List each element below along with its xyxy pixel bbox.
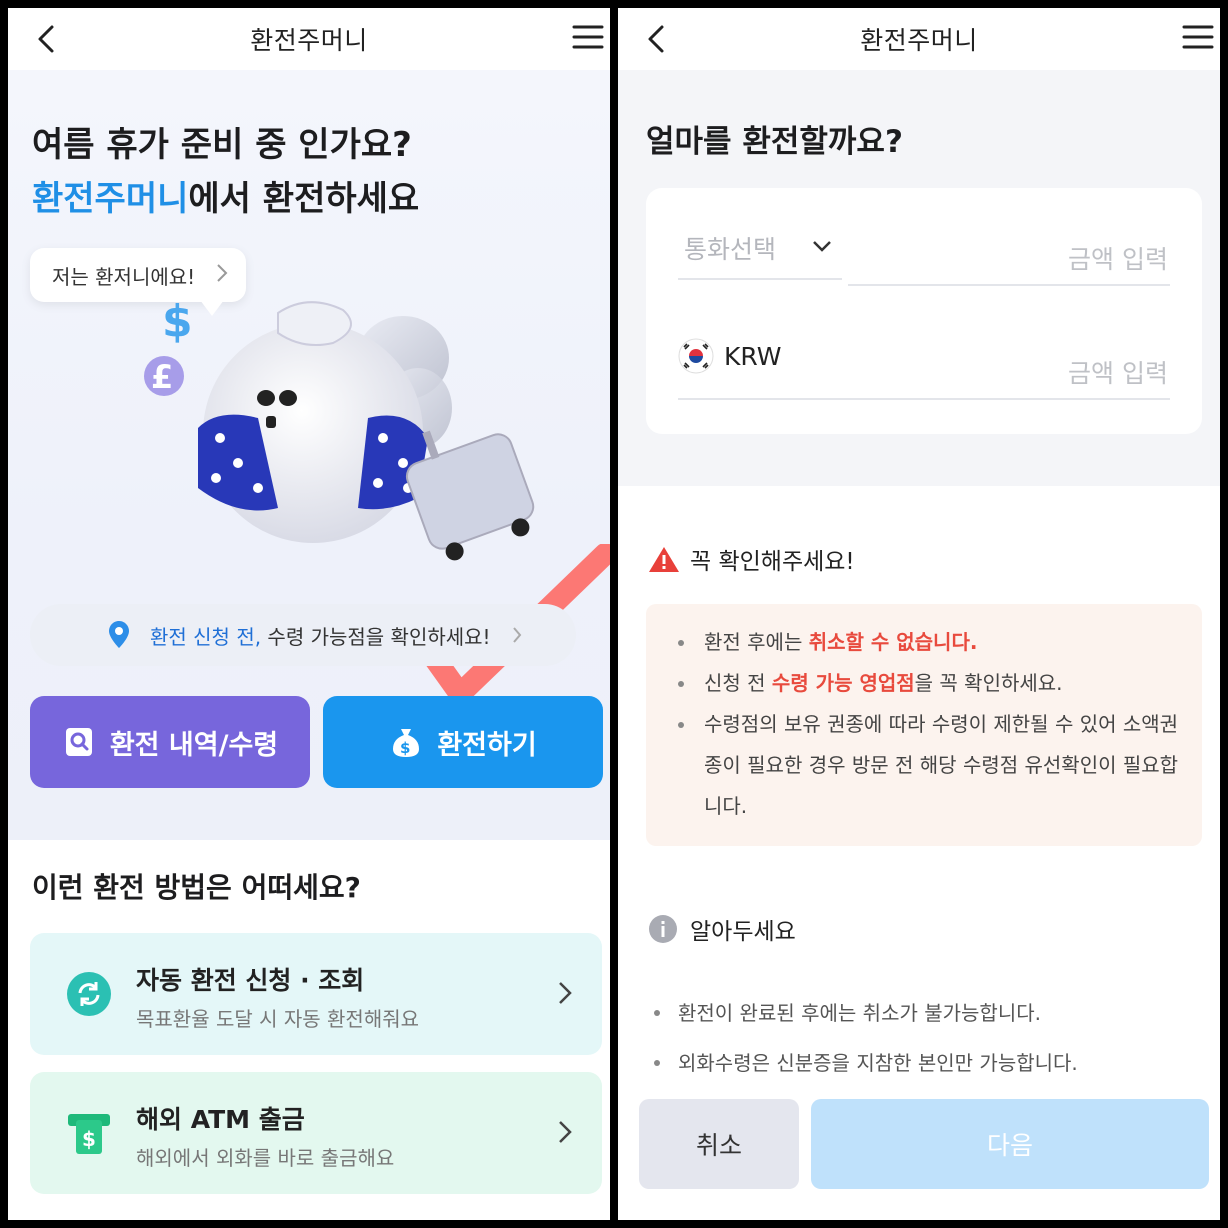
info-item: 외화수령은 신분증을 지참한 본인만 가능합니다. bbox=[646, 1038, 1206, 1088]
svg-text:$: $ bbox=[400, 739, 410, 757]
info-item: 환전이 완료된 후에는 취소가 불가능합니다. bbox=[646, 988, 1206, 1038]
auto-exchange-card[interactable]: 자동 환전 신청 · 조회 목표환율 도달 시 자동 환전해줘요 bbox=[30, 933, 602, 1055]
card-title: 해외 ATM 출금 bbox=[136, 1105, 305, 1134]
amount-form-card: 통화선택 금액 입력 KRW 금액 입력 bbox=[646, 188, 1202, 434]
warning-emphasis: 수령 가능 영업점 bbox=[771, 671, 915, 695]
header-title: 환전주머니 bbox=[860, 26, 978, 55]
headline-line2: 환전주머니에서 환전하세요 bbox=[32, 172, 419, 226]
receipt-search-icon bbox=[65, 728, 92, 756]
exchange-home-screen: 환전주머니 여름 휴가 준비 중 인가요? 환전주머니에서 환전하세요 저는 환… bbox=[8, 8, 610, 1220]
amount-headline: 얼마를 환전할까요? bbox=[646, 124, 903, 160]
exchange-button[interactable]: $ 환전하기 bbox=[323, 696, 603, 788]
warning-item: 신청 전 수령 가능 영업점을 꼭 확인하세요. bbox=[678, 663, 1182, 704]
pickup-branch-notice[interactable]: 환전 신청 전, 수령 가능점을 확인하세요! bbox=[30, 604, 576, 666]
header: 환전주머니 bbox=[8, 8, 610, 70]
chevron-right-icon bbox=[217, 264, 228, 282]
dollar-symbol-icon: $ bbox=[162, 296, 193, 347]
atm-cash-icon: $ bbox=[68, 1114, 110, 1154]
warning-text: 환전 후에는 bbox=[704, 630, 809, 654]
info-title-text: 알아두세요 bbox=[690, 919, 796, 945]
card-subtitle: 해외에서 외화를 바로 출금해요 bbox=[136, 1146, 395, 1170]
info-title: 알아두세요 bbox=[648, 912, 796, 946]
warning-text: 수령점의 보유 권종에 따라 수령이 제한될 수 있어 소액권종이 필요한 경우… bbox=[704, 712, 1179, 818]
krw-amount-input[interactable]: 금액 입력 bbox=[678, 348, 1170, 400]
amount-placeholder: 금액 입력 bbox=[1068, 359, 1168, 388]
warning-box: 환전 후에는 취소할 수 없습니다. 신청 전 수령 가능 영업점을 꼭 확인하… bbox=[646, 604, 1202, 846]
menu-icon[interactable] bbox=[572, 24, 604, 50]
history-button-label: 환전 내역/수령 bbox=[109, 729, 279, 761]
card-subtitle: 목표환율 도달 시 자동 환전해줘요 bbox=[136, 1007, 420, 1031]
svg-text:$: $ bbox=[82, 1127, 96, 1151]
brand-name: 환전주머니 bbox=[32, 179, 189, 219]
cancel-button[interactable]: 취소 bbox=[639, 1099, 799, 1189]
notice-rest: 수령 가능점을 확인하세요! bbox=[261, 624, 491, 649]
warning-title: 꼭 확인해주세요! bbox=[648, 542, 855, 576]
card-title: 자동 환전 신청 · 조회 bbox=[136, 966, 365, 995]
info-icon bbox=[649, 915, 677, 943]
currency-select-placeholder: 통화선택 bbox=[684, 235, 777, 264]
back-icon[interactable] bbox=[644, 24, 670, 54]
foreign-amount-input[interactable]: 금액 입력 bbox=[848, 234, 1170, 286]
mascot-illustration: $ £ bbox=[144, 296, 535, 561]
bubble-text: 저는 환저니에요! bbox=[52, 264, 196, 289]
header-title: 환전주머니 bbox=[250, 26, 368, 55]
exchange-button-label: 환전하기 bbox=[437, 729, 537, 761]
notice-text: 환전 신청 전, 수령 가능점을 확인하세요! bbox=[150, 621, 491, 650]
warning-text: 신청 전 bbox=[704, 671, 772, 695]
section-title: 이런 환전 방법은 어떠세요? bbox=[32, 871, 361, 904]
chevron-right-icon bbox=[559, 982, 572, 1004]
money-bag-icon: $ bbox=[393, 729, 420, 757]
svg-text:£: £ bbox=[151, 358, 173, 396]
header: 환전주머니 bbox=[618, 8, 1220, 70]
exchange-amount-screen: 환전주머니 얼마를 환전할까요? 통화선택 금액 입력 KRW 금액 입력 꼭 … bbox=[618, 8, 1220, 1220]
warning-icon bbox=[649, 547, 679, 572]
warning-title-text: 꼭 확인해주세요! bbox=[690, 549, 855, 575]
notice-bold: 환전 신청 전, bbox=[150, 624, 262, 649]
location-pin-icon bbox=[109, 621, 129, 648]
chevron-right-icon bbox=[513, 627, 522, 643]
chevron-right-icon bbox=[559, 1121, 572, 1143]
amount-placeholder: 금액 입력 bbox=[1068, 245, 1168, 274]
headline-line2-rest: 에서 환전하세요 bbox=[188, 179, 420, 219]
screenshot-frame: 환전주머니 여름 휴가 준비 중 인가요? 환전주머니에서 환전하세요 저는 환… bbox=[0, 0, 1228, 1228]
headline: 여름 휴가 준비 중 인가요? 환전주머니에서 환전하세요 bbox=[32, 118, 419, 226]
warning-item: 수령점의 보유 권종에 따라 수령이 제한될 수 있어 소액권종이 필요한 경우… bbox=[678, 704, 1182, 827]
exchange-history-button[interactable]: 환전 내역/수령 bbox=[30, 696, 310, 788]
warning-text: 을 꼭 확인하세요. bbox=[914, 671, 1063, 695]
overseas-atm-card[interactable]: $ 해외 ATM 출금 해외에서 외화를 바로 출금해요 bbox=[30, 1072, 602, 1194]
info-list: 환전이 완료된 후에는 취소가 불가능합니다. 외화수령은 신분증을 지참한 본… bbox=[646, 988, 1206, 1088]
refresh-icon bbox=[67, 972, 111, 1016]
warning-item: 환전 후에는 취소할 수 없습니다. bbox=[678, 622, 1182, 663]
currency-select[interactable]: 통화선택 bbox=[678, 228, 842, 280]
headline-line1: 여름 휴가 준비 중 인가요? bbox=[32, 125, 412, 165]
menu-icon[interactable] bbox=[1182, 24, 1214, 50]
chevron-down-icon bbox=[813, 241, 831, 252]
warning-emphasis: 취소할 수 없습니다. bbox=[808, 630, 978, 654]
back-icon[interactable] bbox=[34, 24, 60, 54]
next-button[interactable]: 다음 bbox=[811, 1099, 1209, 1189]
